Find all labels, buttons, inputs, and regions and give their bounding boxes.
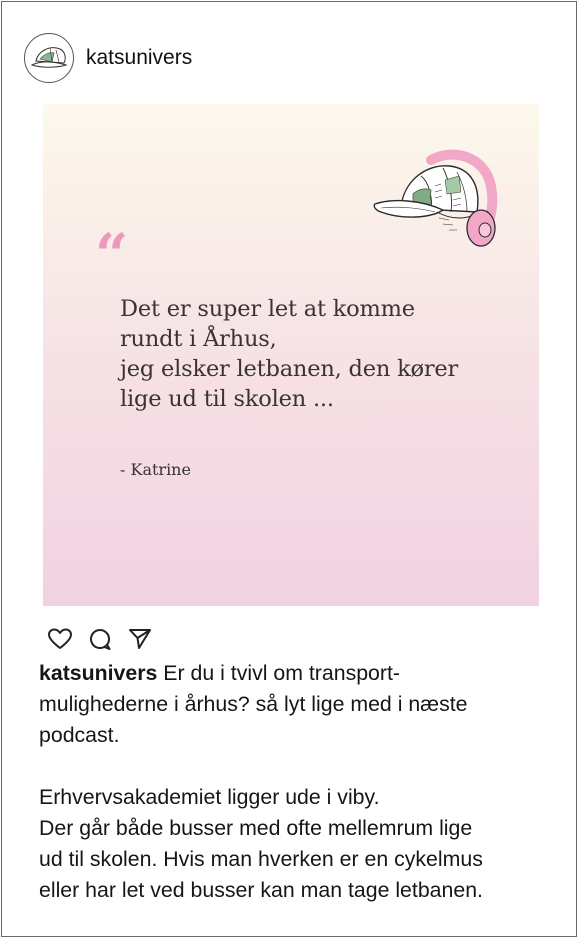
quote-text: Det er super let at komme rundt i Århus,…	[120, 296, 459, 412]
post-actions	[47, 626, 153, 652]
post-image: “ Det er super let at komme rundt i Århu…	[43, 104, 539, 606]
like-button[interactable]	[47, 626, 73, 652]
cap-logo-icon	[30, 47, 68, 68]
post-card: katsunivers “ Det er super let at komme …	[1, 1, 577, 937]
caption-paragraph: Erhvervsakademiet ligger ude i viby. Der…	[39, 785, 483, 902]
comment-button[interactable]	[87, 626, 113, 652]
cap-with-headphones-icon	[373, 149, 498, 247]
share-button[interactable]	[127, 626, 153, 652]
post-caption: katsunivers Er du i tvivl om transport- …	[39, 658, 539, 906]
heart-icon	[48, 628, 72, 649]
quote-mark: “	[95, 221, 129, 289]
send-paper-plane-icon	[129, 629, 151, 649]
avatar[interactable]	[24, 33, 74, 83]
caption-username[interactable]: katsunivers	[39, 661, 157, 685]
post-header: katsunivers	[24, 32, 192, 84]
quote-author: - Katrine	[120, 460, 191, 479]
profile-username[interactable]: katsunivers	[86, 46, 192, 70]
comment-bubble-icon	[90, 629, 111, 650]
